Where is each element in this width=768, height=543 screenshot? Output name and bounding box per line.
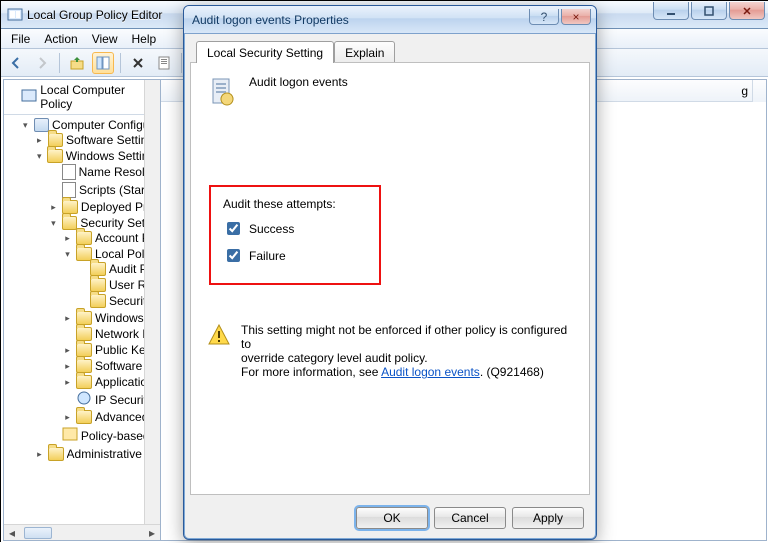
delete-button[interactable] <box>127 52 149 74</box>
folder-icon <box>48 133 63 147</box>
toolbar-divider-3 <box>181 53 182 73</box>
tree-vscroll[interactable] <box>144 80 160 524</box>
success-label: Success <box>249 222 294 236</box>
ipsec-icon <box>76 391 92 408</box>
audit-group-label: Audit these attempts: <box>223 197 367 211</box>
folder-icon <box>90 294 106 308</box>
tree-audit-policy[interactable]: Audit P <box>109 262 148 276</box>
forward-button[interactable] <box>31 52 53 74</box>
expand-icon[interactable]: ▾ <box>34 151 44 162</box>
folder-icon <box>47 149 62 163</box>
expand-icon[interactable]: ▸ <box>62 233 73 244</box>
expand-icon[interactable]: ▾ <box>48 218 59 229</box>
failure-checkbox-row[interactable]: Failure <box>223 246 367 265</box>
main-title: Local Group Policy Editor <box>27 8 162 22</box>
audit-attempts-group: Audit these attempts: Success Failure <box>209 185 381 285</box>
tree-security-options[interactable]: Securit <box>109 294 146 308</box>
list-header-edge <box>752 80 766 102</box>
minimize-button[interactable] <box>653 2 689 20</box>
folder-icon <box>90 278 106 292</box>
success-checkbox-row[interactable]: Success <box>223 219 367 238</box>
dialog-body: Audit logon events Audit these attempts:… <box>190 62 590 495</box>
expand-icon[interactable]: ▸ <box>62 313 73 324</box>
tree-windows-settings[interactable]: Windows Settings <box>66 149 156 163</box>
warning-row: This setting might not be enforced if ot… <box>207 323 573 379</box>
folder-icon <box>76 327 92 341</box>
tree-admin-templates[interactable]: Administrative Te <box>67 447 156 461</box>
tree-account-policies[interactable]: Account P <box>95 231 150 245</box>
folder-icon <box>76 311 92 325</box>
folder-icon <box>76 410 92 424</box>
dialog-close-button[interactable]: × <box>561 9 591 25</box>
tree-header[interactable]: Local Computer Policy <box>4 80 160 115</box>
warning-text: This setting might not be enforced if ot… <box>241 323 573 379</box>
tree-computer-config[interactable]: Computer Configura <box>52 118 156 132</box>
warning-icon <box>207 323 231 347</box>
folder-icon <box>76 343 92 357</box>
menu-view[interactable]: View <box>86 30 124 48</box>
list-header-fragment: g <box>741 84 748 98</box>
tree-software-settings[interactable]: Software Settings <box>66 133 156 147</box>
tree-advanced-audit[interactable]: Advanced <box>95 410 148 424</box>
maximize-button[interactable] <box>691 2 727 20</box>
expand-icon[interactable]: ▸ <box>48 202 59 213</box>
dialog-titlebar[interactable]: Audit logon events Properties ? × <box>184 6 596 34</box>
dialog-title: Audit logon events Properties <box>192 13 349 27</box>
menu-action[interactable]: Action <box>38 30 83 48</box>
tree-windows-firewall[interactable]: Windows l <box>95 311 150 325</box>
tree-network-list[interactable]: Network L <box>95 327 149 341</box>
scroll-thumb[interactable] <box>24 527 52 539</box>
toolbar-divider <box>59 53 60 73</box>
app-icon <box>7 7 23 23</box>
ok-button[interactable]: OK <box>356 507 428 529</box>
success-checkbox[interactable] <box>227 222 240 235</box>
expand-icon[interactable]: ▸ <box>62 345 73 356</box>
up-button[interactable] <box>66 52 88 74</box>
failure-label: Failure <box>249 249 286 263</box>
folder-icon <box>62 200 78 214</box>
show-hide-tree-button[interactable] <box>92 52 114 74</box>
expand-icon[interactable]: ▸ <box>62 361 73 372</box>
folder-icon <box>76 231 92 245</box>
audit-events-link[interactable]: Audit logon events <box>381 365 480 379</box>
menu-file[interactable]: File <box>5 30 36 48</box>
expand-icon[interactable]: ▸ <box>34 135 45 146</box>
back-button[interactable] <box>5 52 27 74</box>
expand-icon[interactable]: ▾ <box>20 120 31 131</box>
policy-icon <box>62 427 78 444</box>
failure-checkbox[interactable] <box>227 249 240 262</box>
expand-icon[interactable]: ▸ <box>62 412 73 423</box>
collapse-icon <box>8 92 18 103</box>
folder-icon <box>48 447 64 461</box>
policy-root-icon <box>21 88 37 107</box>
expand-icon[interactable]: ▸ <box>34 449 45 460</box>
tree-app-control[interactable]: Applicatio <box>95 375 147 389</box>
tree-hscroll[interactable]: ◂ ▸ <box>4 524 160 540</box>
toolbar-divider-2 <box>120 53 121 73</box>
cancel-button[interactable]: Cancel <box>434 507 506 529</box>
folder-icon <box>76 375 92 389</box>
document-icon <box>62 182 76 198</box>
apply-button[interactable]: Apply <box>512 507 584 529</box>
document-icon <box>62 164 76 180</box>
scroll-left-button[interactable]: ◂ <box>4 525 20 541</box>
close-button[interactable] <box>729 2 765 20</box>
properties-dialog: Audit logon events Properties ? × Local … <box>183 5 597 540</box>
menu-help[interactable]: Help <box>126 30 163 48</box>
tab-explain[interactable]: Explain <box>334 41 395 63</box>
expand-icon[interactable]: ▸ <box>62 377 73 388</box>
tree-pane: Local Computer Policy ▾ Computer Configur… <box>3 79 161 541</box>
properties-button[interactable] <box>153 52 175 74</box>
scroll-right-button[interactable]: ▸ <box>144 525 160 541</box>
expand-icon[interactable]: ▾ <box>62 249 73 260</box>
tab-local-security[interactable]: Local Security Setting <box>196 41 334 63</box>
policy-large-icon <box>207 75 239 107</box>
policy-name-label: Audit logon events <box>249 75 348 89</box>
folder-icon <box>62 216 78 230</box>
computer-icon <box>34 118 49 132</box>
folder-icon <box>76 359 92 373</box>
dialog-help-button[interactable]: ? <box>529 9 559 25</box>
folder-icon <box>90 262 106 276</box>
tree-user-rights[interactable]: User Ri <box>109 278 149 292</box>
